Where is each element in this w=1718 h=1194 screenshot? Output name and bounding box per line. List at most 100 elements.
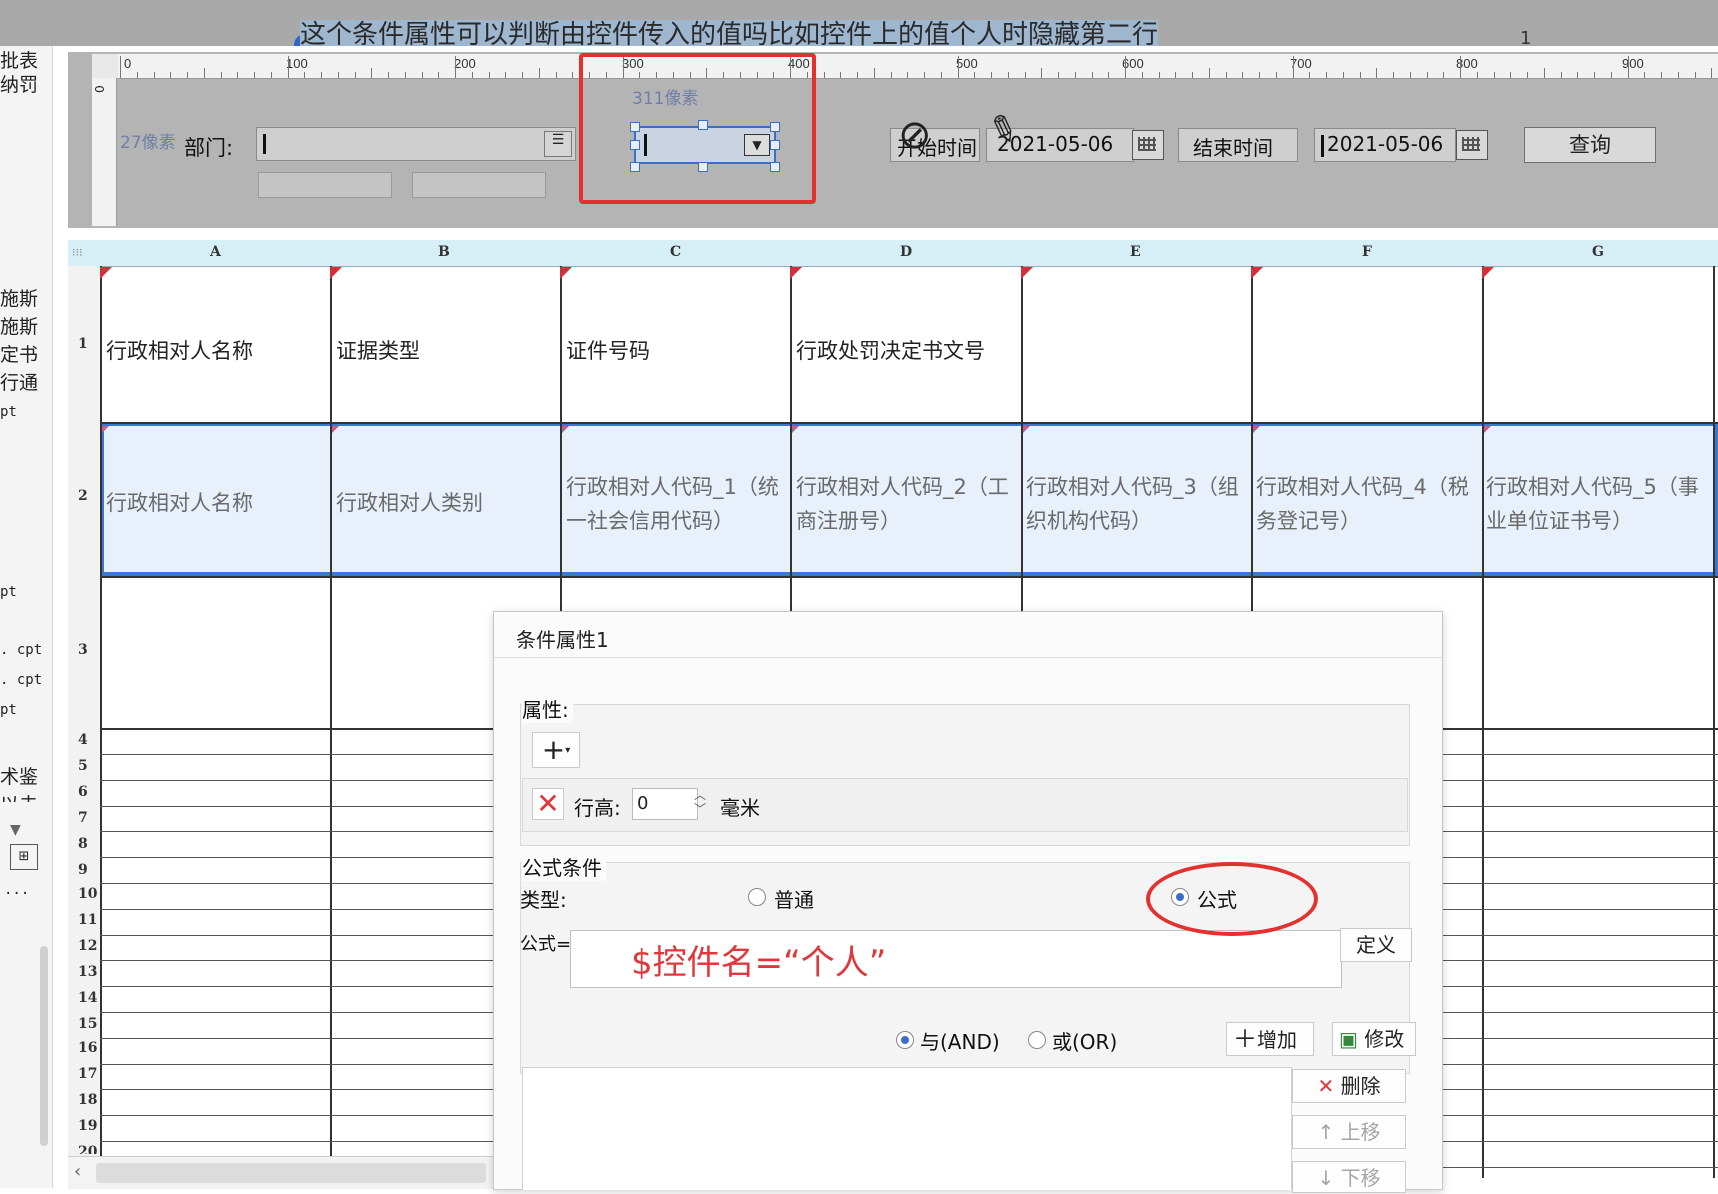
ruler-tick — [957, 56, 959, 78]
query-button[interactable]: 查询 — [1524, 127, 1656, 163]
row-header[interactable]: 2 — [78, 488, 88, 504]
ruler-tick — [991, 72, 992, 78]
row-header[interactable]: 13 — [78, 964, 97, 980]
spinner-icon[interactable]: ︿ ﹀ — [690, 788, 710, 818]
or-radio[interactable] — [1028, 1031, 1046, 1049]
ruler-tick — [1091, 72, 1093, 78]
cell-d1[interactable]: 行政处罚决定书文号 — [796, 334, 1021, 368]
move-up-button[interactable]: ↑ 上移 — [1292, 1115, 1406, 1149]
file-tree-item[interactable]: pt — [0, 404, 17, 420]
delete-button[interactable]: ✕ 删除 — [1292, 1069, 1406, 1103]
dept-input[interactable] — [256, 127, 576, 161]
type-normal-radio[interactable] — [748, 888, 766, 906]
placeholder-widget-2[interactable] — [412, 172, 546, 198]
calendar-icon[interactable] — [1456, 130, 1488, 160]
scroll-left-icon[interactable]: ‹ — [74, 1161, 81, 1182]
arrow-down-icon: ↓ — [1317, 1166, 1335, 1190]
calendar-icon[interactable] — [1132, 130, 1164, 160]
row-header[interactable]: 16 — [78, 1040, 97, 1056]
dropdown-arrow-icon[interactable]: ▼ — [744, 134, 770, 156]
form-layout-icon[interactable]: ⊞ — [10, 844, 38, 870]
row-header[interactable]: 11 — [78, 912, 97, 928]
row-header[interactable]: 7 — [78, 810, 88, 826]
placeholder-widget-1[interactable] — [258, 172, 392, 198]
column-header-e[interactable]: E — [1130, 244, 1141, 260]
more-items[interactable]: ... — [4, 882, 29, 898]
cell-d2[interactable]: 行政相对人代码_2（工商注册号） — [796, 470, 1018, 540]
file-tree-item[interactable]: 施斯 — [0, 284, 38, 311]
column-header-a[interactable]: A — [210, 244, 221, 260]
row-header[interactable]: 20 — [78, 1144, 97, 1154]
scroll-thumb[interactable] — [96, 1163, 486, 1183]
ruler-tick — [1543, 68, 1545, 78]
column-header-f[interactable]: F — [1362, 244, 1372, 260]
add-attribute-button[interactable]: +▾ — [532, 732, 580, 768]
row-header[interactable]: 15 — [78, 1016, 97, 1032]
ruler-tick — [1393, 72, 1394, 78]
file-tree-item[interactable]: 以去 — [0, 790, 38, 802]
row-header[interactable]: 17 — [78, 1066, 97, 1082]
row-header[interactable]: 10 — [78, 886, 97, 902]
column-header-c[interactable]: C — [670, 244, 681, 260]
file-tree-item[interactable]: pt — [0, 702, 17, 718]
cell-a2[interactable]: 行政相对人名称 — [106, 486, 326, 520]
ruler-tick — [421, 72, 423, 78]
row-header[interactable]: 4 — [78, 732, 88, 748]
cell-a1[interactable]: 行政相对人名称 — [106, 334, 326, 368]
cell-c1[interactable]: 证件号码 — [566, 334, 786, 368]
end-date-input[interactable]: 2021-05-06 — [1314, 128, 1456, 162]
define-button[interactable]: 定义 — [1340, 928, 1412, 962]
row-header[interactable]: 18 — [78, 1092, 97, 1108]
row-header[interactable]: 8 — [78, 836, 88, 852]
left-scrollbar[interactable] — [40, 946, 48, 1146]
file-tree-item[interactable]: 术鉴 — [0, 762, 38, 789]
select-all-icon[interactable]: ⁝⁝⁝ — [72, 246, 83, 259]
row-header[interactable]: 19 — [78, 1118, 97, 1134]
cell-g2[interactable]: 行政相对人代码_5（事业单位证书号） — [1486, 470, 1708, 540]
row-header[interactable]: 5 — [78, 758, 88, 774]
ruler-tick — [120, 56, 121, 78]
cell-f2[interactable]: 行政相对人代码_4（税务登记号） — [1256, 470, 1478, 540]
ruler-tick — [287, 56, 289, 78]
file-tree-item[interactable]: . cpt — [0, 642, 42, 658]
combo-widget[interactable]: ▼ — [634, 126, 776, 164]
column-header-g[interactable]: G — [1592, 244, 1604, 260]
ruler-tick — [1711, 68, 1713, 78]
modify-button[interactable]: ▣ 修改 — [1332, 1022, 1416, 1056]
file-tree-item[interactable]: 批表 — [0, 46, 38, 73]
add-button[interactable]: ＋增加 — [1226, 1022, 1314, 1056]
and-radio[interactable] — [896, 1031, 914, 1049]
cell-e2[interactable]: 行政相对人代码_3（组织机构代码） — [1026, 470, 1248, 540]
row-header[interactable]: 14 — [78, 990, 97, 1006]
ruler-tick — [1644, 72, 1646, 78]
cell-b2[interactable]: 行政相对人类别 — [336, 486, 556, 520]
chevron-down-icon[interactable]: ▼ — [10, 822, 21, 838]
row-header[interactable]: 6 — [78, 784, 88, 800]
file-tree-item[interactable]: pt — [0, 584, 17, 600]
cell-c2[interactable]: 行政相对人代码_1（统一社会信用代码） — [566, 470, 788, 540]
remove-attribute-icon[interactable]: ✕ — [532, 788, 564, 820]
row-header[interactable]: 9 — [78, 862, 88, 878]
formula-input[interactable]: $控件名=“个人” — [570, 930, 1342, 988]
row-header[interactable]: 3 — [78, 642, 88, 658]
file-tree-item[interactable]: 施斯 — [0, 312, 38, 339]
ruler-tick — [1074, 72, 1076, 78]
horizontal-scrollbar[interactable]: ‹ — [68, 1156, 493, 1189]
condition-list[interactable] — [522, 1067, 1292, 1190]
file-tree-item[interactable]: 纳罚 — [0, 70, 38, 97]
row-height-input[interactable]: 0 — [632, 788, 698, 820]
file-tree-item[interactable]: 行通 — [0, 368, 38, 395]
move-down-button[interactable]: ↓ 下移 — [1292, 1161, 1406, 1193]
file-tree-item[interactable]: . cpt — [0, 672, 42, 688]
column-header-d[interactable]: D — [900, 244, 912, 260]
row-height-unit: 毫米 — [720, 796, 760, 820]
row-header[interactable]: 1 — [78, 336, 88, 352]
tree-select-icon[interactable]: ☰ — [544, 131, 572, 157]
cell-b1[interactable]: 证据类型 — [336, 334, 556, 368]
file-tree-item[interactable]: 定书 — [0, 340, 38, 367]
hidden-eye-icon: ⊘ — [898, 112, 932, 158]
ruler-tick — [304, 72, 306, 78]
column-header-b[interactable]: B — [438, 244, 450, 260]
ruler-tick — [321, 72, 322, 78]
row-header[interactable]: 12 — [78, 938, 97, 954]
